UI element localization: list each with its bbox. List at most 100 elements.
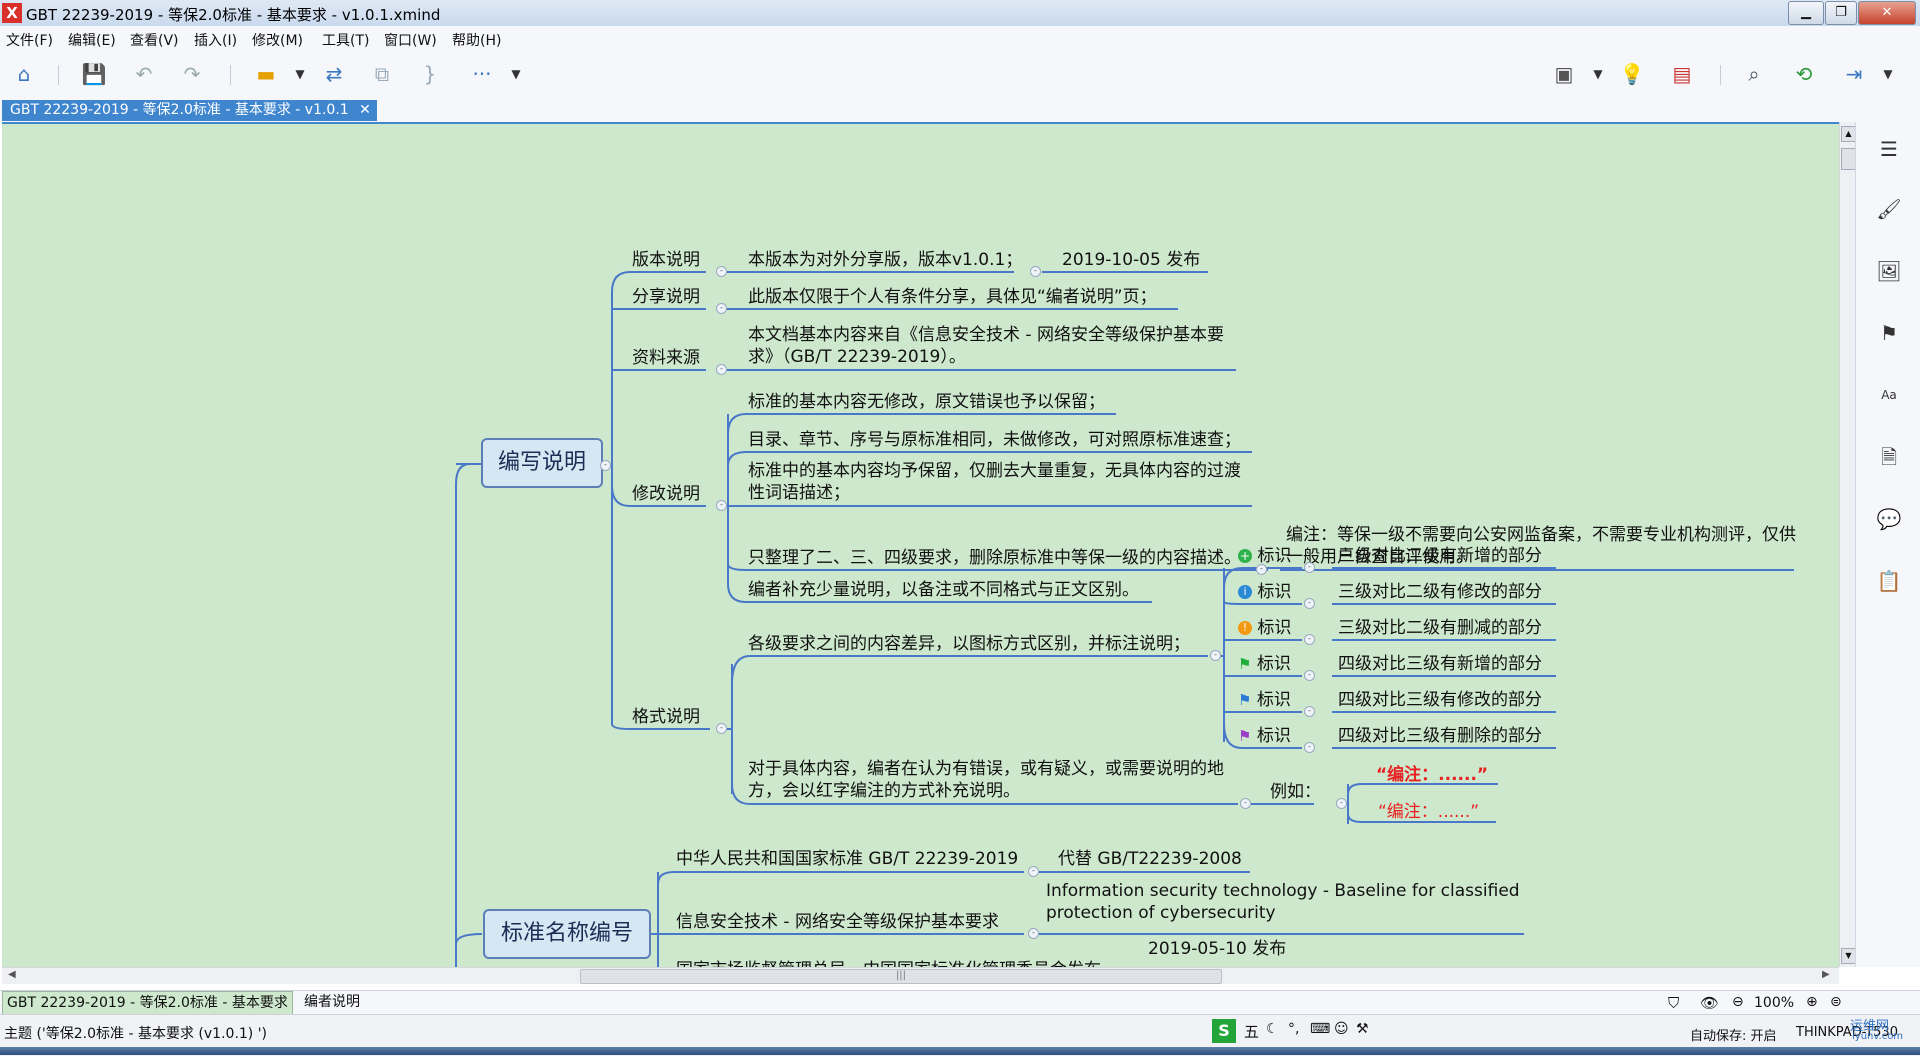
topic-dropdown-icon[interactable]: ▼	[286, 60, 314, 88]
collapse-toggle[interactable]: -	[1028, 866, 1039, 877]
main-topic-standard-name[interactable]: 标准名称编号	[483, 909, 651, 959]
node-mod-4[interactable]: 只整理了二、三、四级要求，删除原标准中等保一级的内容描述。	[748, 547, 1241, 569]
menu-file[interactable]: 文件(F)	[6, 30, 53, 50]
ime-punct-icon[interactable]: °,	[1288, 1021, 1299, 1037]
collapse-toggle[interactable]: -	[716, 500, 727, 511]
mark-desc[interactable]: 三级对比二级有删减的部分	[1338, 617, 1542, 639]
main-topic-writing-notes[interactable]: 编写说明	[481, 438, 603, 488]
share-icon[interactable]: ⟲	[1790, 60, 1818, 88]
markers-flag-icon[interactable]: ⚑	[1876, 320, 1902, 346]
comments-icon[interactable]: 💬	[1876, 506, 1902, 532]
node-chinese-title[interactable]: 信息安全技术 - 网络安全等级保护基本要求	[676, 911, 999, 933]
document-tab[interactable]: GBT 22239-2019 - 等保2.0标准 - 基本要求 - v1.0.1…	[2, 100, 377, 121]
scroll-right-arrow-icon[interactable]: ▶	[1822, 969, 1830, 980]
node-replaces[interactable]: 代替 GB/T22239-2008	[1058, 848, 1242, 870]
branch-version[interactable]: 版本说明	[632, 249, 700, 271]
branch-modification[interactable]: 修改说明	[632, 483, 700, 505]
topic-icon[interactable]: ▬	[252, 60, 280, 88]
close-window-button[interactable]: ✕	[1858, 1, 1916, 25]
ime-settings-icon[interactable]: ⚒	[1356, 1021, 1369, 1037]
more-dropdown-icon[interactable]: ▼	[502, 60, 530, 88]
node-share-text[interactable]: 此版本仅限于个人有条件分享，具体见“编者说明”页；	[748, 286, 1157, 308]
node-format-2[interactable]: 对于具体内容，编者在认为有错误，或有疑义，或需要说明的地方，会以红字编注的方式补…	[748, 758, 1238, 802]
node-example-bold[interactable]: “编注：......”	[1376, 764, 1488, 786]
menu-edit[interactable]: 编辑(E)	[68, 30, 116, 50]
mark-desc[interactable]: 四级对比三级有删除的部分	[1338, 725, 1542, 747]
mark-desc[interactable]: 三级对比二级有新增的部分	[1338, 545, 1542, 567]
zoom-in-icon[interactable]: ⊕	[1806, 994, 1818, 1010]
branch-format[interactable]: 格式说明	[632, 706, 700, 728]
redo-icon[interactable]: ↷	[178, 60, 206, 88]
search-icon[interactable]: ⌕	[1740, 60, 1768, 88]
image-icon[interactable]: 🖼	[1876, 258, 1902, 284]
maximize-button[interactable]: ❐	[1825, 1, 1857, 25]
scroll-up-arrow-icon[interactable]: ▲	[1841, 126, 1856, 142]
collapse-toggle[interactable]: -	[1304, 742, 1315, 753]
node-mod-2[interactable]: 目录、章节、序号与原标准相同，未做修改，可对照原标准速查；	[748, 429, 1241, 451]
node-example[interactable]: 例如：	[1270, 781, 1321, 803]
sheet-tab-main[interactable]: GBT 22239-2019 - 等保2.0标准 - 基本要求	[2, 991, 293, 1015]
eye-icon[interactable]: 👁	[1700, 994, 1719, 1012]
menu-view[interactable]: 查看(V)	[130, 30, 179, 50]
home-icon[interactable]: ⌂	[10, 60, 38, 88]
collapse-toggle[interactable]: -	[1304, 634, 1315, 645]
minimize-button[interactable]: ▁	[1788, 1, 1824, 25]
notes-document-icon[interactable]: 🗎	[1876, 444, 1902, 470]
collapse-toggle[interactable]: -	[1210, 650, 1221, 661]
collapse-toggle[interactable]: -	[1030, 266, 1041, 277]
tab-close-icon[interactable]: ✕	[359, 102, 371, 118]
scroll-left-arrow-icon[interactable]: ◀	[8, 969, 16, 980]
mindmap-canvas[interactable]: 编写说明 - 标准名称编号 版本说明 - 本版本为对外分享版，版本v1.0.1；…	[2, 122, 1839, 969]
export-icon[interactable]: ⇥	[1840, 60, 1868, 88]
collapse-toggle[interactable]: -	[1028, 928, 1039, 939]
collapse-toggle[interactable]: -	[716, 266, 727, 277]
collapse-toggle[interactable]: -	[1304, 598, 1315, 609]
menu-tools[interactable]: 工具(T)	[322, 30, 369, 50]
more-icon[interactable]: ···	[468, 60, 496, 88]
brainstorm-lightbulb-icon[interactable]: 💡	[1618, 60, 1646, 88]
collapse-toggle[interactable]: -	[1240, 798, 1251, 809]
mark-desc[interactable]: 四级对比三级有新增的部分	[1338, 653, 1542, 675]
task-clipboard-icon[interactable]: 📋	[1876, 568, 1902, 594]
node-format-1[interactable]: 各级要求之间的内容差异，以图标方式区别，并标注说明；	[748, 633, 1190, 655]
node-national-standard[interactable]: 中华人民共和国国家标准 GB/T 22239-2019	[676, 848, 1018, 870]
mark-row[interactable]: ⚑ 标识	[1238, 653, 1291, 675]
scroll-down-arrow-icon[interactable]: ▼	[1841, 948, 1856, 964]
node-source-text[interactable]: 本文档基本内容来自《信息安全技术 - 网络安全等级保护基本要求》（GB/T 22…	[748, 324, 1228, 368]
font-aa-icon[interactable]: Aa	[1876, 382, 1902, 408]
vertical-scrollbar[interactable]: ▲ ▼	[1839, 122, 1856, 967]
ime-logo-icon[interactable]: S	[1212, 1019, 1236, 1043]
zoom-out-icon[interactable]: ⊖	[1732, 994, 1744, 1010]
gantt-icon[interactable]: ▤	[1668, 60, 1696, 88]
branch-source[interactable]: 资料来源	[632, 347, 700, 369]
ime-keyboard-icon[interactable]: ⌨	[1310, 1021, 1330, 1037]
collapse-toggle[interactable]: -	[1304, 562, 1315, 573]
mark-desc[interactable]: 三级对比二级有修改的部分	[1338, 581, 1542, 603]
ime-moon-icon[interactable]: ☾	[1266, 1021, 1279, 1037]
presentation-icon[interactable]: ▣	[1550, 60, 1578, 88]
collapse-toggle[interactable]: -	[716, 303, 727, 314]
vertical-scroll-thumb[interactable]	[1841, 148, 1856, 170]
collapse-toggle[interactable]: -	[1336, 798, 1347, 809]
node-publish-date[interactable]: 2019-05-10 发布	[1148, 938, 1286, 960]
presentation-dropdown-icon[interactable]: ▼	[1584, 60, 1612, 88]
horizontal-scroll-thumb[interactable]: |||	[580, 969, 1222, 984]
menu-window[interactable]: 窗口(W)	[384, 30, 437, 50]
collapse-toggle[interactable]: -	[1304, 706, 1315, 717]
zoom-menu-icon[interactable]: ⊜	[1830, 994, 1842, 1010]
mark-row[interactable]: ⚑ 标识	[1238, 725, 1291, 747]
relationship-icon[interactable]: ⇄	[320, 60, 348, 88]
zoom-level[interactable]: 100%	[1754, 995, 1794, 1011]
node-english-title[interactable]: Information security technology - Baseli…	[1046, 880, 1526, 924]
summary-icon[interactable]: }	[416, 60, 444, 88]
save-icon[interactable]: 💾	[80, 60, 108, 88]
ime-user-icon[interactable]: ☺	[1334, 1021, 1349, 1037]
outline-icon[interactable]: ☰	[1876, 136, 1902, 162]
mark-row[interactable]: i 标识	[1238, 581, 1291, 603]
ime-mode[interactable]: 五	[1244, 1021, 1259, 1042]
mark-row[interactable]: ! 标识	[1238, 617, 1291, 639]
collapse-toggle[interactable]: -	[1304, 670, 1315, 681]
collapse-toggle[interactable]: -	[600, 460, 611, 471]
node-example-normal[interactable]: “编注：......”	[1378, 801, 1479, 823]
mark-desc[interactable]: 四级对比三级有修改的部分	[1338, 689, 1542, 711]
